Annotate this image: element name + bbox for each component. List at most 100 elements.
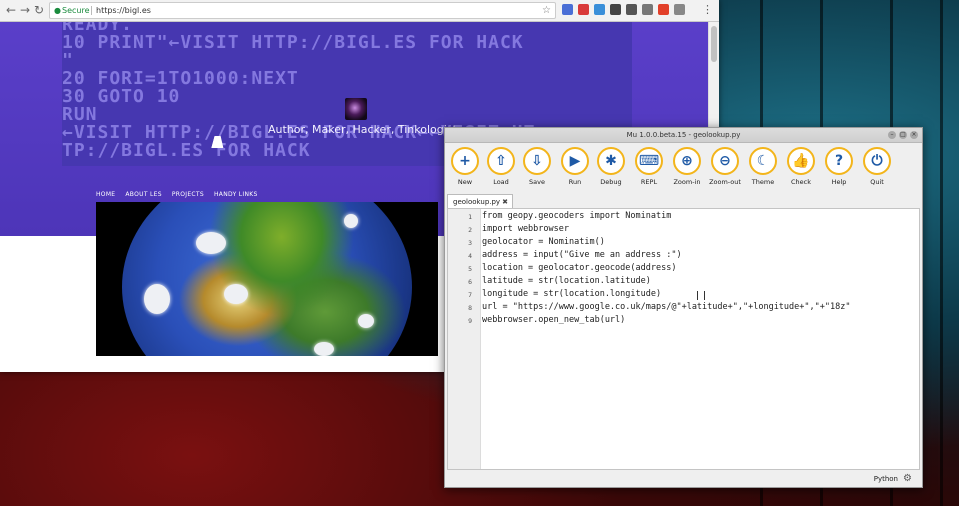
bookmark-star-icon[interactable]: ☆: [542, 3, 551, 18]
tab-label: geolookup.py: [453, 198, 501, 206]
tab-geolookup[interactable]: geolookup.py ✖: [447, 194, 513, 208]
code-line[interactable]: url = "https://www.google.co.uk/maps/@"+…: [482, 302, 850, 312]
new-label: New: [457, 178, 473, 186]
help-button[interactable]: ? Help: [821, 147, 857, 186]
save-button[interactable]: ⇩ Save: [519, 147, 555, 186]
code-line[interactable]: longitude = str(location.longitude): [482, 289, 661, 299]
close-button[interactable]: ×: [910, 131, 918, 139]
line-number: 5: [468, 265, 472, 273]
load-label: Load: [493, 178, 509, 186]
code-line[interactable]: from geopy.geocoders import Nominatim: [482, 211, 671, 221]
reload-button[interactable]: ↻: [34, 3, 44, 17]
maximize-button[interactable]: □: [899, 131, 907, 139]
quit-icon: ⏻: [863, 147, 891, 175]
window-title-text: Mu 1.0.0.beta.15 - geolookup.py: [626, 131, 741, 139]
quit-label: Quit: [870, 178, 884, 186]
save-icon: ⇩: [523, 147, 551, 175]
ext-3-icon[interactable]: [594, 4, 605, 15]
check-icon: 👍: [787, 147, 815, 175]
line-number: 3: [468, 239, 472, 247]
cloud-shape: [358, 314, 374, 328]
site-nav-link[interactable]: PROJECTS: [172, 191, 204, 198]
code-line[interactable]: latitude = str(location.latitude): [482, 276, 651, 286]
save-label: Save: [529, 178, 545, 186]
check-button[interactable]: 👍 Check: [783, 147, 819, 186]
zoom-in-icon: ⊕: [673, 147, 701, 175]
mu-toolbar: + New ⇧ Load ⇩ Save ▶ Run ✱ Debug ⌨ REPL ⊕ Zoom-in ⊖ Zo…: [445, 143, 922, 193]
address-bar[interactable]: ● Secure https://bigl.es ☆: [49, 2, 556, 19]
code-line[interactable]: address = input("Give me an address :"): [482, 250, 682, 260]
check-label: Check: [791, 178, 811, 186]
new-icon: +: [451, 147, 479, 175]
ext-7-icon[interactable]: [658, 4, 669, 15]
line-number: 2: [468, 226, 472, 234]
line-number: 4: [468, 252, 472, 260]
back-button[interactable]: ←: [6, 3, 16, 17]
mode-indicator[interactable]: Python: [874, 472, 898, 486]
cloud-shape: [144, 284, 170, 314]
mu-editor-window: Mu 1.0.0.beta.15 - geolookup.py – □ × + N…: [444, 127, 923, 488]
theme-button[interactable]: ☾ Theme: [745, 147, 781, 186]
theme-icon: ☾: [749, 147, 777, 175]
code-line[interactable]: location = geolocator.geocode(address): [482, 263, 676, 273]
run-label: Run: [568, 178, 582, 186]
line-number: 6: [468, 278, 472, 286]
run-icon: ▶: [561, 147, 589, 175]
window-title: Mu 1.0.0.beta.15 - geolookup.py – □ ×: [445, 128, 922, 143]
browser-menu-icon[interactable]: ⋮: [702, 3, 713, 17]
zoom-in-button[interactable]: ⊕ Zoom-in: [669, 147, 705, 186]
editor-tabs: geolookup.py ✖: [445, 194, 922, 208]
theme-label: Theme: [751, 178, 775, 186]
gear-icon[interactable]: ⚙: [903, 472, 912, 486]
ext-6-icon[interactable]: [642, 4, 653, 15]
omnibox-separator: [91, 6, 92, 15]
minimize-button[interactable]: –: [888, 131, 896, 139]
ext-5-icon[interactable]: [626, 4, 637, 15]
desktop-tree-trunk: [940, 0, 943, 506]
run-button[interactable]: ▶ Run: [557, 147, 593, 186]
cloud-shape: [196, 232, 226, 254]
quit-button[interactable]: ⏻ Quit: [859, 147, 895, 186]
debug-icon: ✱: [597, 147, 625, 175]
scrollbar-thumb[interactable]: [711, 26, 717, 62]
ext-2-icon[interactable]: [578, 4, 589, 15]
line-number: 9: [468, 317, 472, 325]
ext-8-icon[interactable]: [674, 4, 685, 15]
load-icon: ⇧: [487, 147, 515, 175]
site-tagline: Author, Maker, Hacker, Tinkologist: [268, 123, 457, 136]
help-label: Help: [831, 178, 847, 186]
repl-button[interactable]: ⌨ REPL: [631, 147, 667, 186]
secure-label: Secure: [62, 6, 90, 15]
site-nav-link[interactable]: HOME: [96, 191, 115, 198]
help-icon: ?: [825, 147, 853, 175]
lock-icon: ●: [54, 6, 61, 15]
code-line[interactable]: geolocator = Nominatim(): [482, 237, 605, 247]
status-bar: Python ⚙: [445, 472, 922, 486]
forward-button[interactable]: →: [20, 3, 30, 17]
text-cursor-icon: [697, 291, 705, 300]
load-button[interactable]: ⇧ Load: [483, 147, 519, 186]
browser-toolbar: ← → ↻ ● Secure https://bigl.es ☆ ⋮: [0, 0, 719, 22]
cloud-shape: [224, 284, 248, 304]
site-navigation: HOME ABOUT LES PROJECTS HANDY LINKS: [96, 181, 268, 200]
code-editor[interactable]: 1 2 3 4 5 6 7 8 9 from geopy.geocoders import No…: [447, 208, 920, 470]
zoom-in-label: Zoom-in: [673, 178, 701, 186]
site-nav-link[interactable]: ABOUT LES: [125, 191, 161, 198]
repl-label: REPL: [640, 178, 658, 186]
debug-button[interactable]: ✱ Debug: [593, 147, 629, 186]
zoom-out-button[interactable]: ⊖ Zoom-out: [707, 147, 743, 186]
zoom-out-label: Zoom-out: [709, 178, 741, 186]
tab-close-icon[interactable]: ✖: [502, 195, 508, 209]
url-text[interactable]: https://bigl.es: [96, 3, 151, 18]
ext-4-icon[interactable]: [610, 4, 621, 15]
c64-line: 10 PRINT"←VISIT HTTP://BIGL.ES FOR HACK: [62, 32, 524, 53]
line-number: 8: [468, 304, 472, 312]
site-nav-link[interactable]: HANDY LINKS: [214, 191, 258, 198]
c64-line: TP://BIGL.ES FOR HACK: [62, 140, 311, 161]
code-line[interactable]: import webbrowser: [482, 224, 569, 234]
site-avatar[interactable]: [345, 98, 367, 120]
new-button[interactable]: + New: [447, 147, 483, 186]
debug-label: Debug: [600, 178, 622, 186]
ext-1-icon[interactable]: [562, 4, 573, 15]
code-line[interactable]: webbrowser.open_new_tab(url): [482, 315, 625, 325]
